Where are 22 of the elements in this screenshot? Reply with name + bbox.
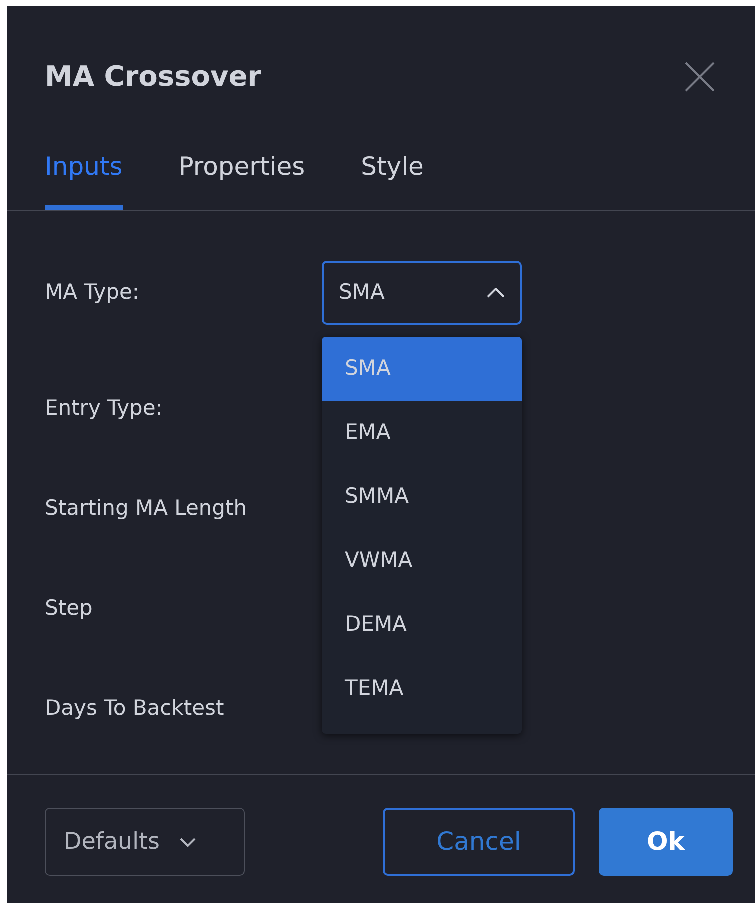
defaults-button[interactable]: Defaults (45, 808, 245, 876)
dropdown-option[interactable]: SMMA (322, 465, 522, 529)
dropdown-option[interactable]: EMA (322, 401, 522, 465)
dialog-title: MA Crossover (45, 59, 262, 95)
field-label: Step (45, 595, 94, 622)
field-label: Days To Backtest (45, 695, 226, 722)
caret-down-icon (180, 838, 196, 846)
close-button[interactable] (683, 60, 717, 94)
ma-type-select[interactable]: SMA (322, 261, 522, 325)
cancel-button[interactable]: Cancel (383, 808, 575, 876)
dropdown-option[interactable]: TEMA (322, 657, 522, 721)
tab[interactable]: Inputs (45, 148, 123, 210)
ok-button[interactable]: Ok (599, 808, 733, 876)
close-icon (684, 61, 716, 93)
field-label: Entry Type: (45, 395, 164, 422)
dropdown-option[interactable]: DEMA (322, 593, 522, 657)
dropdown-option[interactable]: VWMA (322, 529, 522, 593)
field-label: Starting MA Length (45, 495, 248, 522)
field-label: MA Type: (45, 279, 140, 306)
tab[interactable]: Properties (178, 148, 306, 210)
caret-up-icon (487, 288, 505, 298)
tab[interactable]: Style (361, 148, 424, 210)
